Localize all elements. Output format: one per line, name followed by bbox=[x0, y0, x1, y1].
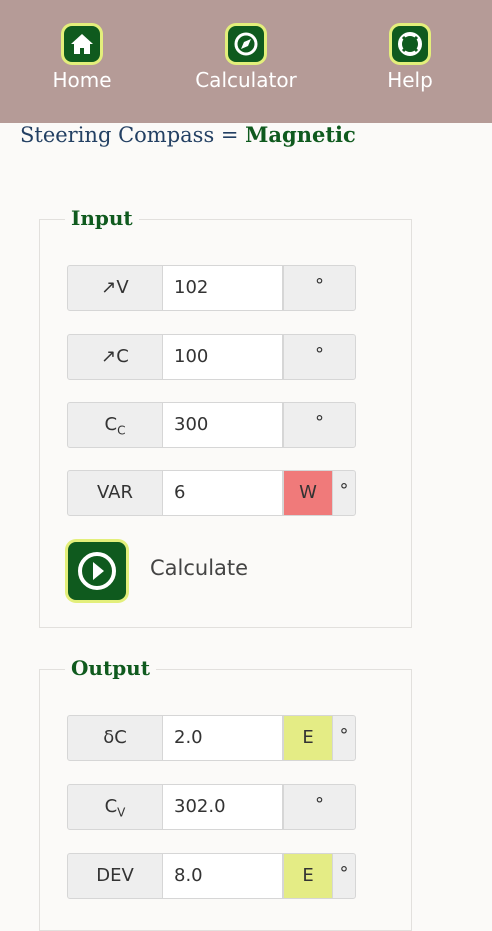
nav-help[interactable]: Help bbox=[345, 26, 475, 92]
true-course-output-value: 302.0 bbox=[162, 784, 283, 830]
steering-compass-value: Magnetic bbox=[245, 122, 356, 147]
home-icon bbox=[64, 26, 100, 62]
true-course-input[interactable]: 102 bbox=[162, 265, 283, 311]
top-nav-bar: Home Calculator Help bbox=[0, 0, 492, 123]
output-row-deviation: DEV 8.0 E ° bbox=[67, 853, 356, 899]
true-course-output-label-sub: V bbox=[117, 805, 126, 820]
output-fieldset: Output δC 2.0 E ° CV 302.0 ° DEV 8.0 E ° bbox=[39, 656, 412, 931]
variation-label: VAR bbox=[67, 470, 163, 516]
input-legend: Input bbox=[65, 206, 139, 230]
true-course-output-label: CV bbox=[67, 784, 163, 830]
steering-compass-prefix: Steering Compass = bbox=[20, 123, 246, 147]
input-row-compass-course: CC 300 ° bbox=[67, 402, 356, 448]
degree-unit: ° bbox=[283, 402, 356, 448]
course-input[interactable]: 100 bbox=[162, 334, 283, 380]
deviation-label: DEV bbox=[67, 853, 163, 899]
input-row-variation: VAR 6 W ° bbox=[67, 470, 356, 516]
nav-home[interactable]: Home bbox=[17, 26, 147, 92]
course-label: ↗C bbox=[67, 334, 163, 380]
nav-calculator-label: Calculator bbox=[195, 68, 297, 92]
steering-compass-title: Steering Compass = Magnetic bbox=[20, 122, 356, 147]
nav-home-label: Home bbox=[52, 68, 112, 92]
output-row-deviation-change: δC 2.0 E ° bbox=[67, 715, 356, 761]
degree-unit: ° bbox=[283, 334, 356, 380]
variation-input[interactable]: 6 bbox=[162, 470, 283, 516]
compass-course-input[interactable]: 300 bbox=[162, 402, 283, 448]
play-icon bbox=[78, 552, 116, 590]
calculate-label[interactable]: Calculate bbox=[150, 556, 248, 580]
delta-c-value: 2.0 bbox=[162, 715, 283, 761]
degree-unit: ° bbox=[332, 853, 356, 899]
delta-c-label: δC bbox=[67, 715, 163, 761]
degree-unit: ° bbox=[332, 715, 356, 761]
output-legend: Output bbox=[65, 656, 156, 680]
true-course-label: ↗V bbox=[67, 265, 163, 311]
true-course-output-label-main: C bbox=[104, 796, 118, 817]
calculate-button[interactable] bbox=[68, 542, 126, 600]
compass-course-label-sub: C bbox=[117, 423, 126, 438]
variation-direction-toggle[interactable]: W bbox=[283, 470, 333, 516]
nav-help-label: Help bbox=[387, 68, 433, 92]
delta-c-direction: E bbox=[283, 715, 333, 761]
degree-unit: ° bbox=[283, 784, 356, 830]
compass-icon bbox=[228, 26, 264, 62]
degree-unit: ° bbox=[283, 265, 356, 311]
input-row-true-course: ↗V 102 ° bbox=[67, 265, 356, 311]
compass-course-label: CC bbox=[67, 402, 163, 448]
compass-course-label-main: C bbox=[104, 414, 118, 435]
output-row-true-course: CV 302.0 ° bbox=[67, 784, 356, 830]
deviation-direction: E bbox=[283, 853, 333, 899]
input-fieldset: Input ↗V 102 ° ↗C 100 ° CC 300 ° VAR 6 W… bbox=[39, 206, 412, 628]
nav-calculator[interactable]: Calculator bbox=[181, 26, 311, 92]
input-row-course-over-ground: ↗C 100 ° bbox=[67, 334, 356, 380]
deviation-value: 8.0 bbox=[162, 853, 283, 899]
degree-unit: ° bbox=[332, 470, 356, 516]
lifebuoy-icon bbox=[392, 26, 428, 62]
